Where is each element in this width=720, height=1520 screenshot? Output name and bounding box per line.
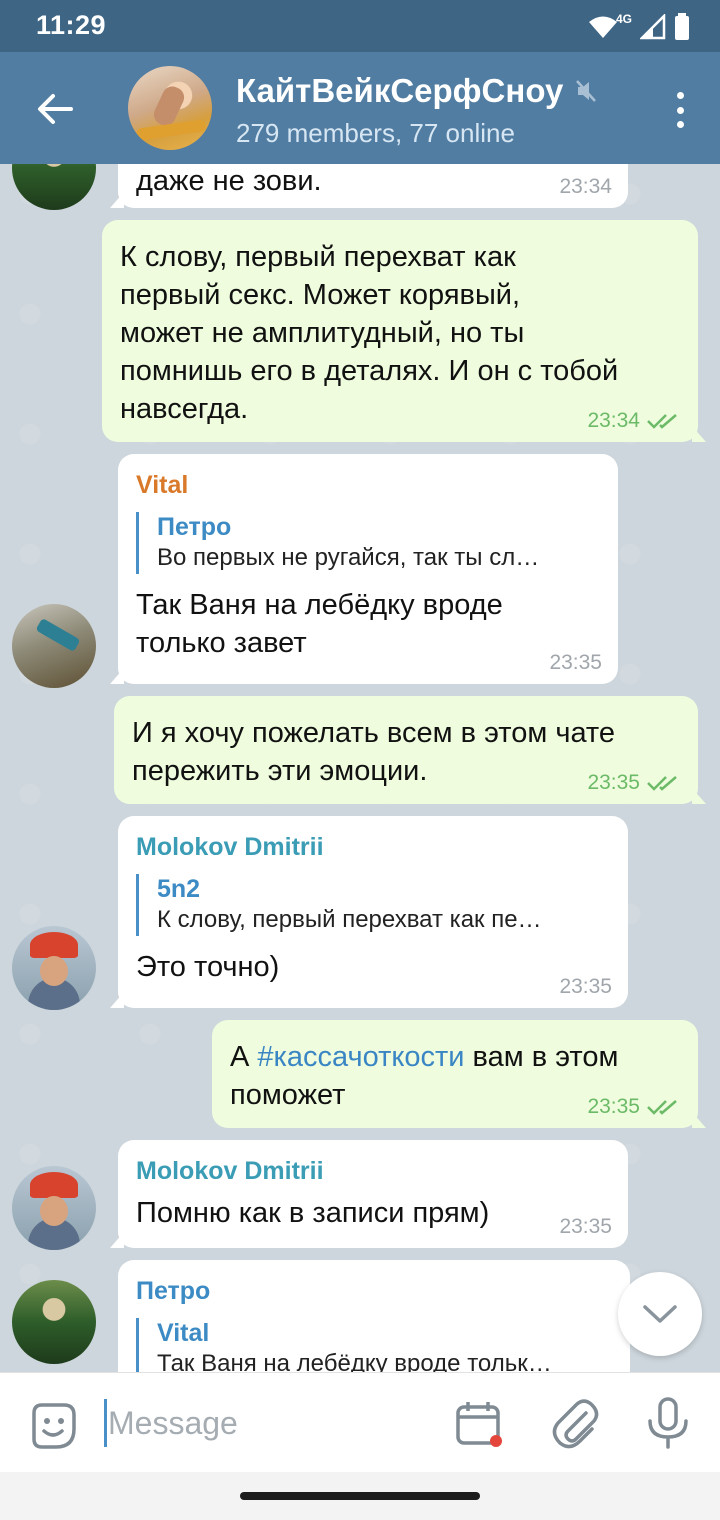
reply-preview[interactable]: Vital Так Ваня на лебёдку вроде тольк… <box>136 1318 616 1372</box>
message-text: Помню как в записи прям) <box>136 1197 490 1229</box>
calendar-icon <box>456 1402 502 1447</box>
signal-icon <box>640 14 666 40</box>
double-check-icon <box>647 776 677 791</box>
chat-title[interactable]: КайтВейкСерфСноу <box>236 72 597 110</box>
message-time-status: 23:34 <box>587 410 680 432</box>
double-check-icon <box>647 1100 677 1115</box>
microphone-icon <box>648 1397 688 1449</box>
reply-author: Vital <box>157 1319 210 1347</box>
sender-avatar[interactable] <box>12 1280 96 1364</box>
message-text: К слову, первый перехват как первый секс… <box>120 241 619 425</box>
chat-members-status: 279 members, 77 online <box>236 118 515 148</box>
wifi-icon <box>588 16 617 38</box>
status-time: 11:29 <box>36 10 107 40</box>
message-input[interactable] <box>108 1395 428 1451</box>
message-text: И я хочу пожелать всем в этом чате переж… <box>132 717 616 787</box>
hashtag-link[interactable]: #кассачоткости <box>257 1041 464 1073</box>
message-input-bar <box>0 1372 720 1472</box>
reply-preview[interactable]: Петро Во первых не ругайся, так ты сл… <box>136 512 606 574</box>
arrow-left-icon <box>38 94 73 124</box>
message-bubble-incoming[interactable]: Vital Петро Во первых не ругайся, так ты… <box>118 454 618 684</box>
message-time: 23:35 <box>559 1215 612 1238</box>
muted-icon <box>576 80 597 102</box>
more-menu-button[interactable] <box>668 88 692 132</box>
back-button[interactable] <box>30 86 80 132</box>
message-time: 23:34 <box>559 175 612 198</box>
sender-name[interactable]: Molokov Dmitrii <box>136 832 616 862</box>
reply-author: Петро <box>157 513 232 541</box>
message-bubble-outgoing[interactable]: И я хочу пожелать всем в этом чате переж… <box>114 696 698 804</box>
scroll-to-bottom-button[interactable] <box>618 1272 702 1356</box>
home-gesture-handle[interactable] <box>240 1492 480 1500</box>
reply-text: К слову, первый перехват как пе… <box>157 906 542 933</box>
message-bubble-incoming[interactable]: даже не зови. 23:34 <box>118 164 628 208</box>
sender-name[interactable]: Петро <box>136 1276 616 1306</box>
text-cursor <box>104 1399 107 1447</box>
message-bubble-incoming[interactable]: Molokov Dmitrii 5n2 К слову, первый пере… <box>118 816 628 1008</box>
reply-text: Так Ваня на лебёдку вроде тольк… <box>157 1350 552 1372</box>
reply-text: Во первых не ругайся, так ты сл… <box>157 544 540 571</box>
message-bubble-outgoing[interactable]: К слову, первый перехват как первый секс… <box>102 220 698 442</box>
message-text: даже не зови. <box>136 165 322 197</box>
attach-button[interactable] <box>552 1397 600 1454</box>
message-time-status: 23:35 <box>587 1096 680 1118</box>
message-text: Это точно) <box>136 951 280 983</box>
message-bubble-incoming[interactable]: Петро Vital Так Ваня на лебёдку вроде то… <box>118 1260 630 1372</box>
status-bar: 11:29 4G <box>0 0 720 52</box>
group-avatar[interactable] <box>128 66 212 150</box>
message-list[interactable]: даже не зови. 23:34 К слову, первый пере… <box>0 164 720 1372</box>
sender-avatar[interactable] <box>12 604 96 688</box>
reply-author: 5n2 <box>157 875 201 903</box>
chat-title-text: КайтВейкСерфСноу <box>236 72 564 109</box>
reply-preview[interactable]: 5n2 К слову, первый перехват как пе… <box>136 874 616 936</box>
network-type: 4G <box>615 12 632 26</box>
more-dots-icon <box>676 92 684 99</box>
battery-icon <box>675 13 689 40</box>
message-time: 23:35 <box>549 651 602 674</box>
message-text: А #кассачоткости вам в этом поможет <box>230 1041 619 1111</box>
message-time-status: 23:35 <box>587 772 680 794</box>
emoji-button[interactable] <box>28 1401 78 1456</box>
sender-avatar[interactable] <box>12 164 96 210</box>
sticker-smile-icon <box>32 1403 76 1449</box>
message-bubble-incoming[interactable]: Molokov Dmitrii Помню как в записи прям)… <box>118 1140 628 1248</box>
sender-avatar[interactable] <box>12 1166 96 1250</box>
chat-header: КайтВейкСерфСноу 279 members, 77 online <box>0 52 720 164</box>
paperclip-icon <box>552 1399 599 1449</box>
message-text: Так Ваня на лебёдку вроде только завет <box>136 589 503 659</box>
schedule-message-button[interactable] <box>454 1399 504 1454</box>
voice-record-button[interactable] <box>646 1397 690 1454</box>
double-check-icon <box>647 414 677 429</box>
system-nav-bar <box>0 1472 720 1520</box>
message-time: 23:35 <box>559 975 612 998</box>
sender-name[interactable]: Molokov Dmitrii <box>136 1156 489 1186</box>
sender-name[interactable]: Vital <box>136 470 606 500</box>
chevron-down-icon <box>643 1305 677 1323</box>
sender-avatar[interactable] <box>12 926 96 1010</box>
message-bubble-outgoing[interactable]: А #кассачоткости вам в этом поможет 23:3… <box>212 1020 698 1128</box>
status-icons: 4G <box>588 12 690 42</box>
